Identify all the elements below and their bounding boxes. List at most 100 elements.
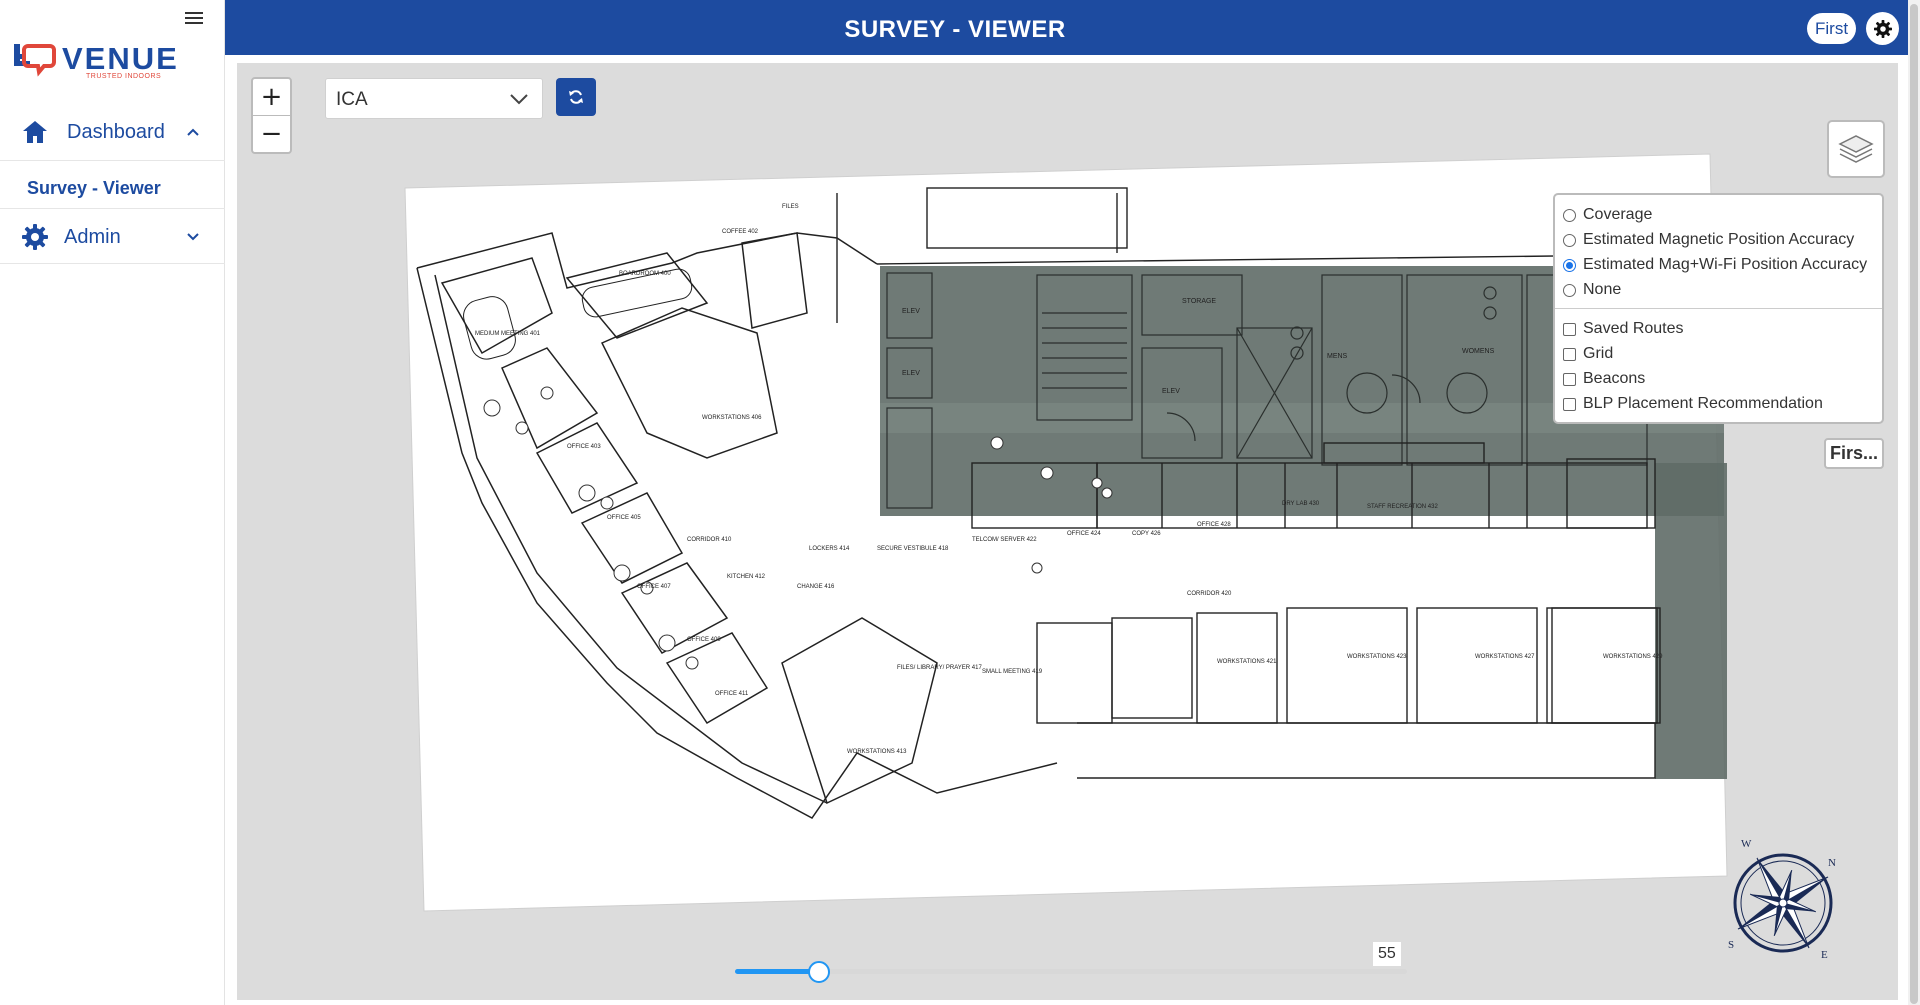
compass-rose-icon: N E S W <box>1728 838 1836 961</box>
compass-w: W <box>1741 838 1752 850</box>
chevron-up-icon <box>187 128 199 136</box>
layers-button[interactable] <box>1827 120 1885 178</box>
layer-radio-none[interactable]: None <box>1563 281 1621 299</box>
checkbox[interactable] <box>1563 397 1576 411</box>
layers-panel: Coverage Estimated Magnetic Position Acc… <box>1553 193 1884 424</box>
zoom-control: + − <box>251 77 292 154</box>
fp-label-ws423: WORKSTATIONS 423 <box>1347 654 1407 660</box>
opacity-slider[interactable] <box>735 960 1407 984</box>
floor-select-button[interactable]: Firs... <box>1824 438 1884 469</box>
scrollbar-thumb[interactable] <box>1910 4 1918 1004</box>
fp-label-coffee: COFFEE 402 <box>722 229 759 235</box>
compass-n: N <box>1828 857 1836 869</box>
fp-label-secure-vestibule: SECURE VESTIBULE 418 <box>877 546 949 552</box>
fp-label-elev1: ELEV <box>902 308 920 315</box>
nav-divider <box>0 160 225 161</box>
fp-label-workstations413: WORKSTATIONS 413 <box>847 749 907 755</box>
nav-dashboard[interactable]: Dashboard <box>0 118 225 148</box>
fp-label-office424: OFFICE 424 <box>1067 531 1101 537</box>
fp-label-boardroom: BOARDROOM 400 <box>619 271 671 277</box>
fp-label-files-library: FILES/ LIBRARY/ PRAYER 417 <box>897 665 982 671</box>
layer-check-grid[interactable]: Grid <box>1563 345 1613 363</box>
fp-label-workstations406: WORKSTATIONS 406 <box>702 415 762 421</box>
layer-check-blp-recommendation[interactable]: BLP Placement Recommendation <box>1563 395 1823 413</box>
refresh-button[interactable] <box>556 78 596 116</box>
layer-label: Beacons <box>1583 370 1646 387</box>
slider-thumb[interactable] <box>808 961 830 983</box>
layer-check-beacons[interactable]: Beacons <box>1563 370 1645 388</box>
fp-label-elev3: ELEV <box>1162 388 1180 395</box>
radio-button[interactable] <box>1563 208 1576 222</box>
layer-label: Coverage <box>1583 206 1653 223</box>
layer-radio-magnetic-accuracy[interactable]: Estimated Magnetic Position Accuracy <box>1563 231 1854 249</box>
layer-label: None <box>1583 281 1622 298</box>
fp-label-lockers: LOCKERS 414 <box>809 546 850 552</box>
sidebar: VENUE TRUSTED INDOORS Dashboard Survey -… <box>0 0 225 1005</box>
fp-label-ws429: WORKSTATIONS 429 <box>1603 654 1663 660</box>
fp-label-medium-meeting: MEDIUM MEETING 401 <box>475 331 541 337</box>
logo-mark-icon <box>14 44 56 77</box>
checkbox[interactable] <box>1563 372 1576 386</box>
fp-label-corridor410: CORRIDOR 410 <box>687 537 732 543</box>
radio-button[interactable] <box>1563 233 1576 247</box>
hamburger-menu-icon[interactable] <box>185 9 203 25</box>
home-icon <box>23 121 47 143</box>
layer-label: Estimated Magnetic Position Accuracy <box>1583 231 1855 248</box>
radio-button[interactable] <box>1563 283 1576 297</box>
layer-label: Estimated Mag+Wi-Fi Position Accuracy <box>1583 256 1868 273</box>
nav-divider <box>0 208 225 209</box>
site-select-value: ICA <box>336 89 368 110</box>
slider-fill <box>735 969 819 974</box>
gear-icon <box>22 224 48 250</box>
page-title: SURVEY - VIEWER <box>844 16 1066 43</box>
layer-check-saved-routes[interactable]: Saved Routes <box>1563 320 1684 338</box>
user-menu-button[interactable]: First <box>1807 13 1857 44</box>
venue-logo: VENUE TRUSTED INDOORS <box>14 40 204 86</box>
chevron-down-icon <box>187 233 199 241</box>
fp-label-telecom: TELCOM/ SERVER 422 <box>972 537 1037 543</box>
fp-label-mens: MENS <box>1327 353 1348 360</box>
nav-admin[interactable]: Admin <box>0 222 225 252</box>
fp-label-corridor420: CORRIDOR 420 <box>1187 591 1232 597</box>
checkbox[interactable] <box>1563 322 1576 336</box>
site-select[interactable]: ICA <box>325 78 543 119</box>
compass-s: S <box>1728 939 1734 951</box>
fp-label-office411: OFFICE 411 <box>715 691 749 697</box>
fp-label-drylab: DRY LAB 430 <box>1282 501 1320 507</box>
fp-label-kitchen: KITCHEN 412 <box>727 574 766 580</box>
top-header: SURVEY - VIEWER First <box>225 0 1908 55</box>
fp-label-office405: OFFICE 405 <box>607 515 641 521</box>
fp-label-files: FILES <box>782 204 799 210</box>
layer-radio-coverage[interactable]: Coverage <box>1563 206 1652 224</box>
fp-label-small-meeting: SMALL MEETING 419 <box>982 669 1043 675</box>
layer-label: BLP Placement Recommendation <box>1583 395 1823 412</box>
nav-survey-viewer[interactable]: Survey - Viewer <box>27 178 161 199</box>
zoom-in-button[interactable]: + <box>253 79 290 115</box>
fp-label-change: CHANGE 416 <box>797 584 835 590</box>
fp-label-office409: OFFICE 409 <box>687 637 721 643</box>
compass-e: E <box>1821 949 1828 961</box>
gear-icon <box>1873 19 1892 38</box>
fp-label-copy: COPY 426 <box>1132 531 1161 537</box>
fp-label-office403: OFFICE 403 <box>567 444 601 450</box>
radio-button-selected[interactable] <box>1563 258 1576 272</box>
nav-dashboard-label: Dashboard <box>67 121 165 143</box>
settings-button[interactable] <box>1866 12 1899 45</box>
nav-divider <box>0 263 225 264</box>
fp-label-office428: OFFICE 428 <box>1197 522 1231 528</box>
fp-label-ws427: WORKSTATIONS 427 <box>1475 654 1535 660</box>
slider-value-label: 55 <box>1373 942 1401 966</box>
zoom-out-button[interactable]: − <box>253 116 290 152</box>
nav-admin-label: Admin <box>64 226 121 248</box>
fp-label-ws421: WORKSTATIONS 421 <box>1217 659 1277 665</box>
fp-label-elev2: ELEV <box>902 370 920 377</box>
fp-label-office407: OFFICE 407 <box>637 584 671 590</box>
refresh-icon <box>569 90 583 104</box>
fp-label-womens: WOMENS <box>1462 348 1495 355</box>
layer-label: Saved Routes <box>1583 320 1684 337</box>
checkbox[interactable] <box>1563 347 1576 361</box>
layers-icon <box>1838 135 1874 163</box>
slider-track[interactable] <box>735 969 1407 974</box>
fp-label-staff-recreation: STAFF RECREATION 432 <box>1367 504 1438 510</box>
layer-radio-mag-wifi-accuracy[interactable]: Estimated Mag+Wi-Fi Position Accuracy <box>1563 256 1867 274</box>
